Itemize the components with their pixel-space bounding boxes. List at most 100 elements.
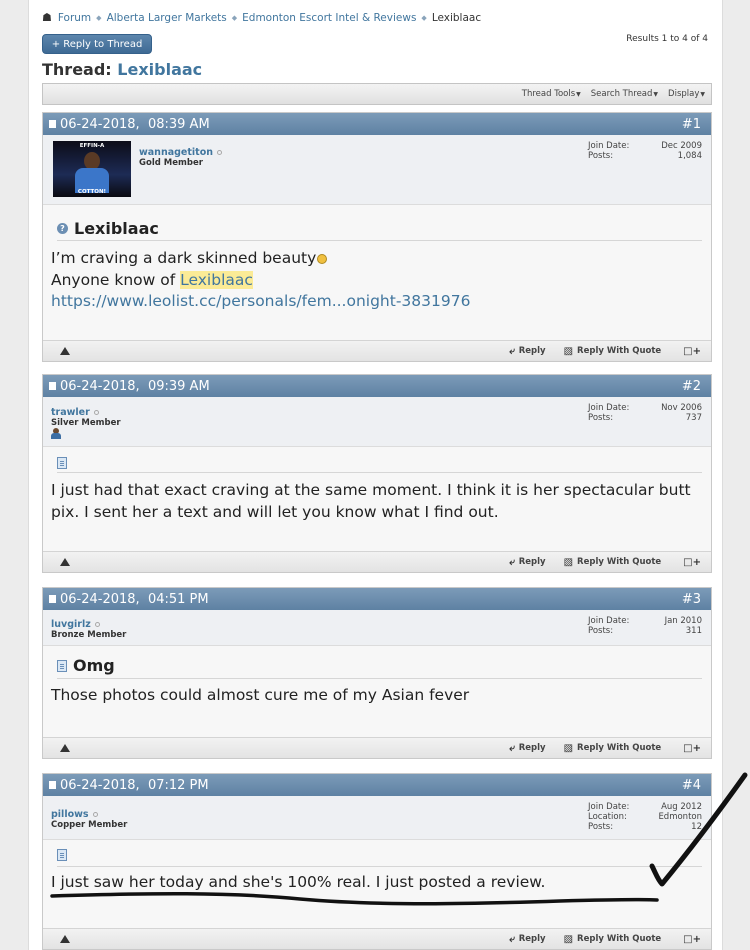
dropdown-arrow-icon: ▼ xyxy=(653,91,659,98)
quote-icon: ▧ xyxy=(563,345,574,357)
reply-with-quote-button[interactable]: ▧ Reply With Quote xyxy=(564,557,662,568)
reply-with-quote-button[interactable]: ▧ Reply With Quote xyxy=(564,346,662,357)
reply-arrow-icon: ⤶ xyxy=(509,742,515,754)
post-status-icon xyxy=(49,382,56,390)
home-icon[interactable]: ☗ xyxy=(42,11,52,24)
post-body: ? Lexiblaac I’m craving a dark skinned be… xyxy=(43,205,711,340)
post-link[interactable]: https://www.leolist.cc/personals/fem...o… xyxy=(51,292,470,310)
thread-prefix: Thread: xyxy=(42,60,112,79)
post-date: 06-24-2018, xyxy=(60,116,140,132)
post-title: ? Lexiblaac xyxy=(57,219,159,238)
multi-quote-icon[interactable]: □+ xyxy=(683,743,701,754)
post-body: I just saw her today and she's 100% real… xyxy=(43,840,711,928)
post-3: 06-24-2018, 04:51 PM #3 luvgirlz Bronze … xyxy=(42,587,712,759)
user-info: luvgirlz Bronze Member Join Date: Jan 201… xyxy=(43,610,711,646)
breadcrumb-current: Lexiblaac xyxy=(431,11,482,24)
results-count: Results 1 to 4 of 4 xyxy=(626,34,708,44)
avatar[interactable] xyxy=(51,428,61,439)
report-post-icon[interactable] xyxy=(60,935,70,943)
username[interactable]: wannagetiton xyxy=(139,147,222,158)
post-message: Those photos could almost cure me of my … xyxy=(51,686,470,704)
smiley-icon xyxy=(317,254,328,264)
page-title: Thread: Lexiblaac xyxy=(42,60,202,79)
breadcrumb-edmonton[interactable]: Edmonton Escort Intel & Reviews xyxy=(242,12,416,24)
post-icon-row xyxy=(57,457,73,469)
breadcrumb-separator-icon: ◆ xyxy=(231,13,238,22)
post-body: I just had that exact craving at the sam… xyxy=(43,447,711,551)
post-header: 06-24-2018, 07:12 PM #4 xyxy=(43,774,711,796)
reply-button[interactable]: ⤶ Reply xyxy=(509,743,545,754)
breadcrumb-alberta[interactable]: Alberta Larger Markets xyxy=(107,12,227,24)
quote-icon: ▧ xyxy=(563,933,574,945)
post-1: 06-24-2018, 08:39 AM #1 EFFIN-A COTTON! … xyxy=(42,112,712,362)
quote-icon: ▧ xyxy=(563,742,574,754)
avatar[interactable]: EFFIN-A COTTON! xyxy=(53,141,131,197)
breadcrumb-separator-icon: ◆ xyxy=(96,13,102,22)
post-header: 06-24-2018, 09:39 AM #2 xyxy=(43,375,711,397)
divider xyxy=(57,240,702,241)
user-stats: Join Date: Nov 2006 Posts: 737 xyxy=(588,403,702,423)
document-icon xyxy=(57,849,67,861)
user-info: EFFIN-A COTTON! wannagetiton Gold Member… xyxy=(43,135,711,205)
reply-button[interactable]: ⤶ Reply xyxy=(509,346,545,357)
user-title: Copper Member xyxy=(51,820,128,830)
dropdown-arrow-icon: ▼ xyxy=(700,91,705,98)
reply-to-thread-button[interactable]: + Reply to Thread xyxy=(42,34,152,54)
offline-status-icon xyxy=(94,622,100,627)
post-number-link[interactable]: #2 xyxy=(682,379,701,394)
post-message: I just saw her today and she's 100% real… xyxy=(51,873,546,891)
user-stats: Join Date: Aug 2012 Location: Edmonton Pos… xyxy=(588,802,702,832)
document-icon xyxy=(57,659,67,672)
username[interactable]: trawler xyxy=(51,407,121,418)
thread-name: Lexiblaac xyxy=(117,60,203,79)
multi-quote-icon[interactable]: □+ xyxy=(683,346,701,357)
post-status-icon xyxy=(49,781,56,789)
post-number-link[interactable]: #3 xyxy=(682,592,701,607)
reply-button[interactable]: ⤶ Reply xyxy=(509,934,545,945)
reply-with-quote-button[interactable]: ▧ Reply With Quote xyxy=(564,743,662,754)
post-footer: ⤶ Reply ▧ Reply With Quote □+ xyxy=(43,928,711,949)
divider xyxy=(57,678,702,679)
highlighted-term: Lexiblaac xyxy=(180,270,253,289)
search-thread-menu[interactable]: Search Thread▼ xyxy=(591,89,658,99)
post-4: 06-24-2018, 07:12 PM #4 pillows Copper M… xyxy=(42,773,712,950)
post-number-link[interactable]: #1 xyxy=(682,117,701,132)
report-post-icon[interactable] xyxy=(60,558,70,566)
breadcrumb-forum[interactable]: Forum xyxy=(58,12,91,24)
divider xyxy=(57,472,702,473)
thread-tools-menu[interactable]: Thread Tools▼ xyxy=(522,89,581,99)
user-stats: Join Date: Jan 2010 Posts: 311 xyxy=(588,616,702,636)
reply-arrow-icon: ⤶ xyxy=(509,345,515,357)
reply-with-quote-button[interactable]: ▧ Reply With Quote xyxy=(564,934,662,945)
offline-status-icon xyxy=(217,150,222,155)
document-icon xyxy=(57,457,67,469)
display-menu[interactable]: Display▼ xyxy=(668,89,705,99)
user-info: pillows Copper Member Join Date: Aug 2012… xyxy=(43,796,711,840)
multi-quote-icon[interactable]: □+ xyxy=(683,557,701,568)
post-status-icon xyxy=(49,120,56,128)
post-icon-row xyxy=(57,849,73,861)
post-message: I just had that exact craving at the sam… xyxy=(51,481,691,521)
breadcrumb-separator-icon: ◆ xyxy=(421,13,427,22)
post-number-link[interactable]: #4 xyxy=(682,778,701,793)
user-title: Bronze Member xyxy=(51,630,127,640)
user-stats: Join Date: Dec 2009 Posts: 1,084 xyxy=(588,141,702,161)
username[interactable]: pillows xyxy=(51,809,127,820)
quote-icon: ▧ xyxy=(563,556,574,568)
post-time: 08:39 AM xyxy=(147,116,210,132)
reply-arrow-icon: ⤶ xyxy=(509,556,515,568)
post-message: I’m craving a dark skinned beauty Anyone… xyxy=(51,249,471,310)
user-info: trawler Silver Member Join Date: Nov 2006… xyxy=(43,397,711,447)
question-icon: ? xyxy=(57,223,68,234)
report-post-icon[interactable] xyxy=(60,347,70,355)
reply-button[interactable]: ⤶ Reply xyxy=(509,557,545,568)
breadcrumb: ☗ Forum ◆ Alberta Larger Markets ◆ Edmon… xyxy=(42,11,481,24)
multi-quote-icon[interactable]: □+ xyxy=(683,934,701,945)
report-post-icon[interactable] xyxy=(60,744,70,752)
page: ☗ Forum ◆ Alberta Larger Markets ◆ Edmon… xyxy=(28,0,723,950)
post-header: 06-24-2018, 04:51 PM #3 xyxy=(43,588,711,610)
username[interactable]: luvgirlz xyxy=(51,619,126,630)
offline-status-icon xyxy=(92,812,98,817)
user-title: Gold Member xyxy=(139,158,203,168)
post-2: 06-24-2018, 09:39 AM #2 trawler Silver M… xyxy=(42,374,712,573)
